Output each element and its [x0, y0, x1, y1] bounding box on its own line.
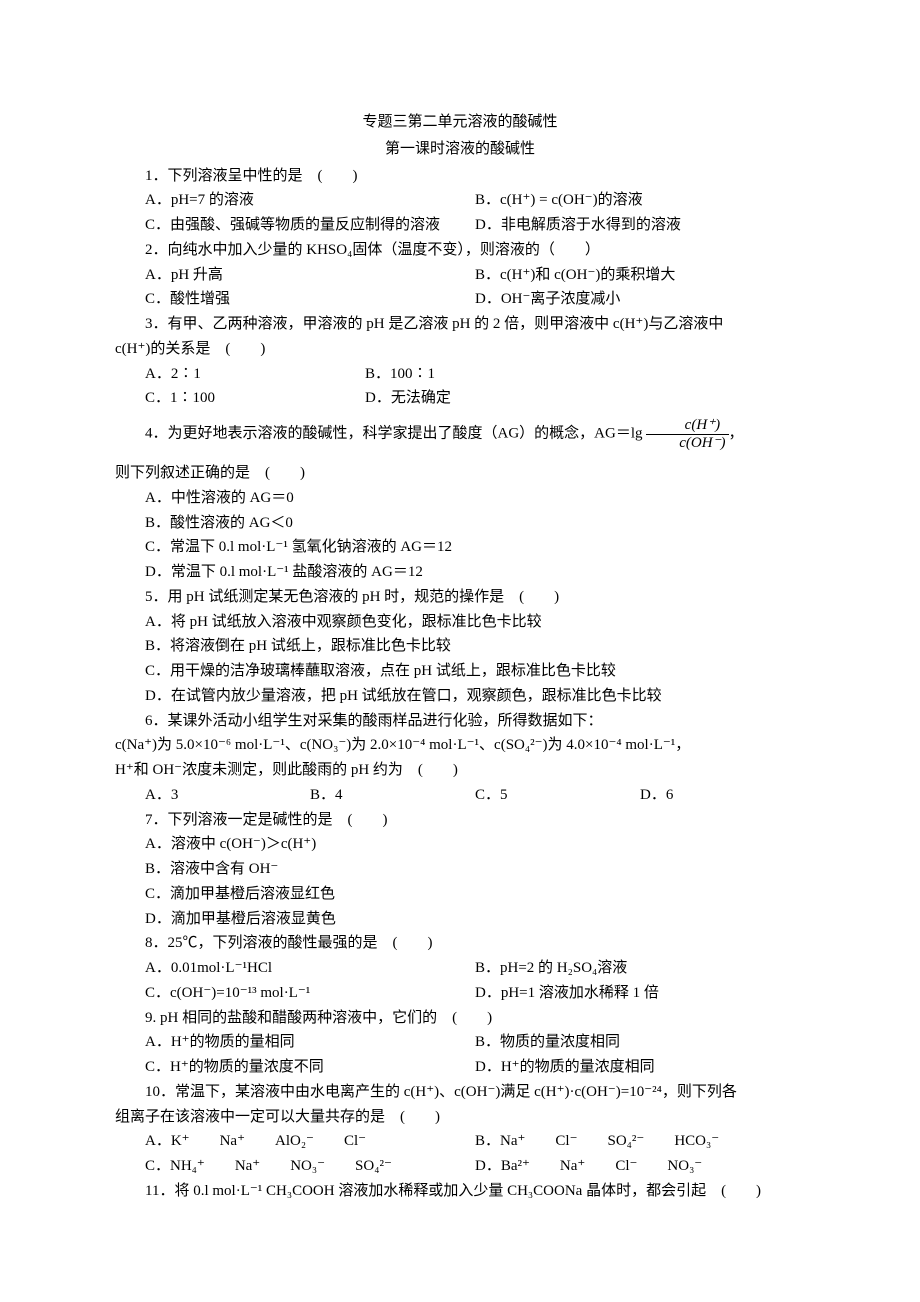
q10-stem1: 10．常温下，某溶液中由水电离产生的 c(H⁺)、c(OH⁻)满足 c(H⁺)·…	[115, 1080, 805, 1105]
q8-row1: A．0.01mol·L⁻¹HCl B．pH=2 的 H₂SO₄溶液	[115, 956, 805, 981]
q10-b: B．Na⁺ Cl⁻ SO₄²⁻ HCO₃⁻	[475, 1129, 805, 1154]
q4-stem: 4．为更好地表示溶液的酸碱性，科学家提出了酸度（AG）的概念，AG＝lg c(H…	[115, 417, 805, 451]
q5-d: D．在试管内放少量溶液，把 pH 试纸放在管口，观察颜色，跟标准比色卡比较	[115, 684, 805, 709]
q8-a: A．0.01mol·L⁻¹HCl	[145, 956, 475, 981]
q5-b: B．将溶液倒在 pH 试纸上，跟标准比色卡比较	[115, 634, 805, 659]
q3-a: A．2∶1	[145, 362, 365, 387]
q1-row2: C．由强酸、强碱等物质的量反应制得的溶液 D．非电解质溶于水得到的溶液	[115, 213, 805, 238]
q4-d: D．常温下 0.l mol·L⁻¹ 盐酸溶液的 AG＝12	[115, 560, 805, 585]
q1-row1: A．pH=7 的溶液 B．c(H⁺) = c(OH⁻)的溶液	[115, 188, 805, 213]
q6-stem1: 6．某课外活动小组学生对采集的酸雨样品进行化验，所得数据如下：	[115, 709, 805, 734]
q6-stem2: c(Na⁺)为 5.0×10⁻⁶ mol·L⁻¹、c(NO₃⁻)为 2.0×10…	[115, 733, 805, 758]
doc-title-2: 第一课时溶液的酸碱性	[115, 137, 805, 162]
q4-stem-post: ，	[729, 425, 744, 441]
q4-frac-num: c(H⁺)	[646, 417, 728, 435]
fraction-icon: c(H⁺) c(OH⁻)	[646, 417, 728, 451]
q9-stem: 9. pH 相同的盐酸和醋酸两种溶液中，它们的 ( )	[115, 1006, 805, 1031]
q10-c: C．NH₄⁺ Na⁺ NO₃⁻ SO₄²⁻	[145, 1154, 475, 1179]
q2-b: B．c(H⁺)和 c(OH⁻)的乘积增大	[475, 263, 805, 288]
q10-a: A．K⁺ Na⁺ AlO₂⁻ Cl⁻	[145, 1129, 475, 1154]
q4-frac-den: c(OH⁻)	[646, 435, 728, 452]
q3-b: B．100∶1	[365, 362, 805, 387]
q9-d: D．H⁺的物质的量浓度相同	[475, 1055, 805, 1080]
q6-opts: A．3 B．4 C．5 D．6	[115, 783, 805, 808]
q7-a: A．溶液中 c(OH⁻)＞c(H⁺)	[115, 832, 805, 857]
q1-stem: 1．下列溶液呈中性的是 ( )	[115, 164, 805, 189]
q3-row1: A．2∶1 B．100∶1	[115, 362, 805, 387]
q9-a: A．H⁺的物质的量相同	[145, 1030, 475, 1055]
q2-a: A．pH 升高	[145, 263, 475, 288]
q4-b: B．酸性溶液的 AG＜0	[115, 511, 805, 536]
q1-b: B．c(H⁺) = c(OH⁻)的溶液	[475, 188, 805, 213]
q10-row1: A．K⁺ Na⁺ AlO₂⁻ Cl⁻ B．Na⁺ Cl⁻ SO₄²⁻ HCO₃⁻	[115, 1129, 805, 1154]
q7-d: D．滴加甲基橙后溶液显黄色	[115, 907, 805, 932]
q6-b: B．4	[310, 783, 475, 808]
q1-c: C．由强酸、强碱等物质的量反应制得的溶液	[145, 213, 475, 238]
q6-d: D．6	[640, 783, 805, 808]
q8-b: B．pH=2 的 H₂SO₄溶液	[475, 956, 805, 981]
q3-d: D．无法确定	[365, 386, 805, 411]
q5-c: C．用干燥的洁净玻璃棒蘸取溶液，点在 pH 试纸上，跟标准比色卡比较	[115, 659, 805, 684]
doc-title-1: 专题三第二单元溶液的酸碱性	[115, 110, 805, 135]
q2-c: C．酸性增强	[145, 287, 475, 312]
q8-d: D．pH=1 溶液加水稀释 1 倍	[475, 981, 805, 1006]
q9-row1: A．H⁺的物质的量相同 B．物质的量浓度相同	[115, 1030, 805, 1055]
q9-b: B．物质的量浓度相同	[475, 1030, 805, 1055]
q4-stem2: 则下列叙述正确的是 ( )	[115, 461, 805, 486]
q3-row2: C．1∶100 D．无法确定	[115, 386, 805, 411]
q1-d: D．非电解质溶于水得到的溶液	[475, 213, 805, 238]
q3-stem2: c(H⁺)的关系是 ( )	[115, 337, 805, 362]
q6-c: C．5	[475, 783, 640, 808]
q8-row2: C．c(OH⁻)=10⁻¹³ mol·L⁻¹ D．pH=1 溶液加水稀释 1 倍	[115, 981, 805, 1006]
q5-a: A．将 pH 试纸放入溶液中观察颜色变化，跟标准比色卡比较	[115, 610, 805, 635]
q10-stem2: 组离子在该溶液中一定可以大量共存的是 ( )	[115, 1105, 805, 1130]
q6-stem3: H⁺和 OH⁻浓度未测定，则此酸雨的 pH 约为 ( )	[115, 758, 805, 783]
q4-c: C．常温下 0.l mol·L⁻¹ 氢氧化钠溶液的 AG＝12	[115, 535, 805, 560]
q6-a: A．3	[145, 783, 310, 808]
q5-stem: 5．用 pH 试纸测定某无色溶液的 pH 时，规范的操作是 ( )	[115, 585, 805, 610]
q2-row2: C．酸性增强 D．OH⁻离子浓度减小	[115, 287, 805, 312]
q3-stem1: 3．有甲、乙两种溶液，甲溶液的 pH 是乙溶液 pH 的 2 倍，则甲溶液中 c…	[115, 312, 805, 337]
q1-a: A．pH=7 的溶液	[145, 188, 475, 213]
q2-d: D．OH⁻离子浓度减小	[475, 287, 805, 312]
q11-stem: 11．将 0.l mol·L⁻¹ CH₃COOH 溶液加水稀释或加入少量 CH₃…	[115, 1179, 805, 1204]
q2-stem: 2．向纯水中加入少量的 KHSO₄固体（温度不变），则溶液的（ ）	[115, 238, 805, 263]
q3-c: C．1∶100	[145, 386, 365, 411]
q9-c: C．H⁺的物质的量浓度不同	[145, 1055, 475, 1080]
q4-stem-pre: 4．为更好地表示溶液的酸碱性，科学家提出了酸度（AG）的概念，AG＝lg	[145, 425, 643, 441]
q8-c: C．c(OH⁻)=10⁻¹³ mol·L⁻¹	[145, 981, 475, 1006]
q7-c: C．滴加甲基橙后溶液显红色	[115, 882, 805, 907]
q7-b: B．溶液中含有 OH⁻	[115, 857, 805, 882]
q10-d: D．Ba²⁺ Na⁺ Cl⁻ NO₃⁻	[475, 1154, 805, 1179]
q4-a: A．中性溶液的 AG＝0	[115, 486, 805, 511]
q7-stem: 7．下列溶液一定是碱性的是 ( )	[115, 808, 805, 833]
q2-row1: A．pH 升高 B．c(H⁺)和 c(OH⁻)的乘积增大	[115, 263, 805, 288]
q10-row2: C．NH₄⁺ Na⁺ NO₃⁻ SO₄²⁻ D．Ba²⁺ Na⁺ Cl⁻ NO₃…	[115, 1154, 805, 1179]
q9-row2: C．H⁺的物质的量浓度不同 D．H⁺的物质的量浓度相同	[115, 1055, 805, 1080]
q8-stem: 8．25℃，下列溶液的酸性最强的是 ( )	[115, 931, 805, 956]
